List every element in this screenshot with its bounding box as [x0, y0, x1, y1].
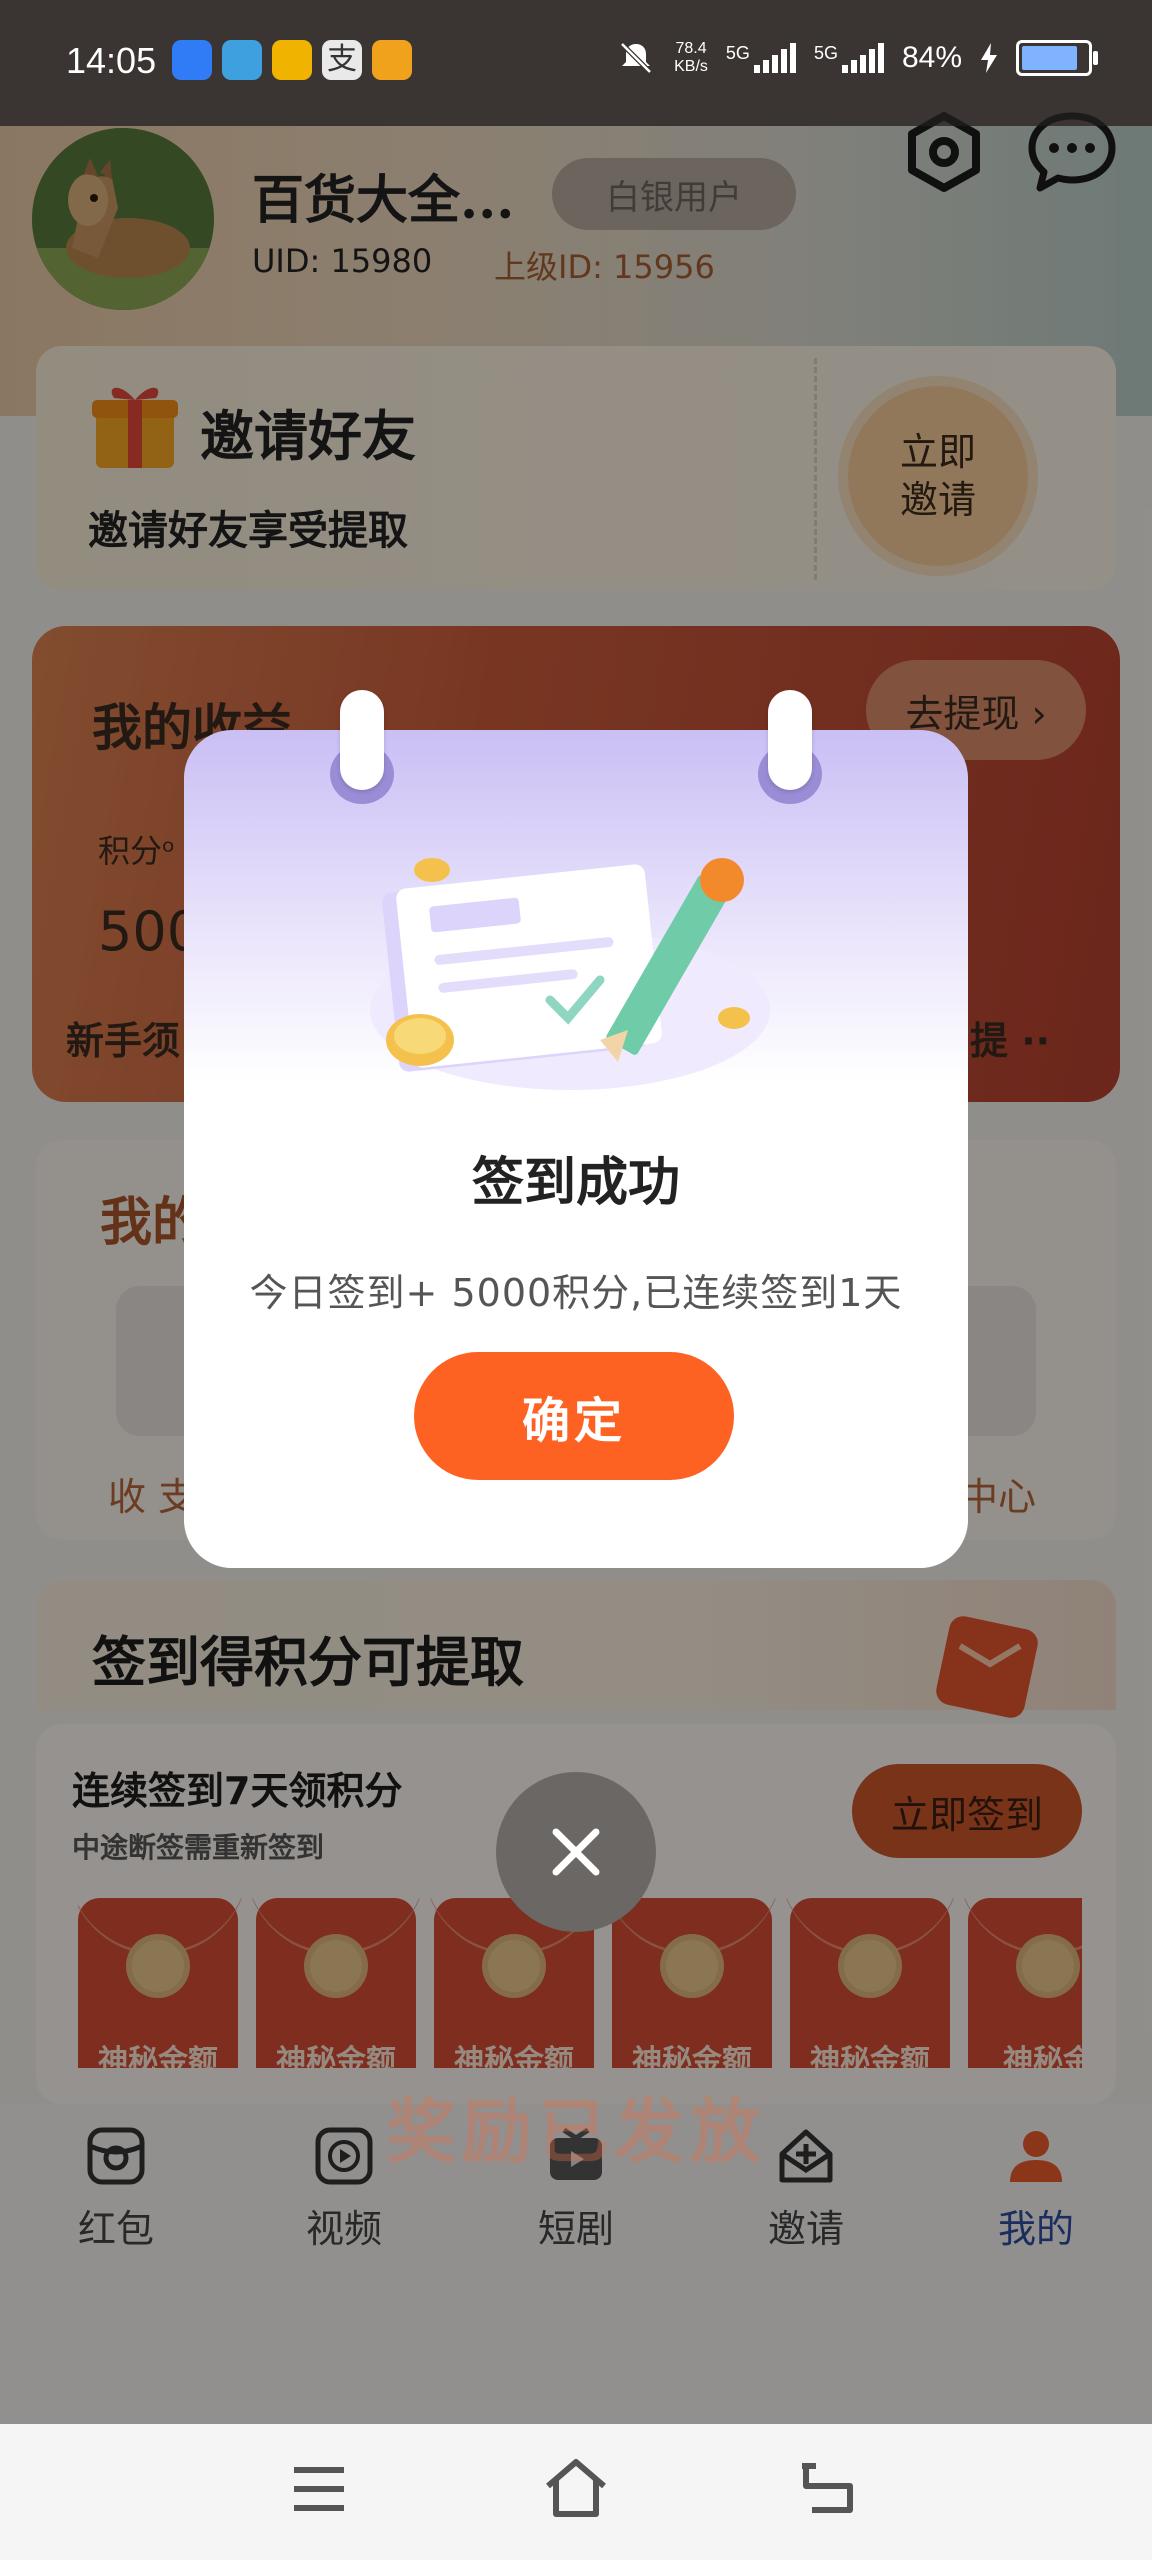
signal-sim2: 5G [814, 43, 884, 73]
battery-percent: 84% [901, 41, 962, 74]
back-icon[interactable] [800, 2460, 856, 2516]
mute-bell-icon [620, 42, 652, 74]
calendar-ring-right [758, 690, 822, 804]
close-icon [552, 1828, 600, 1876]
signal-bars-icon [841, 43, 884, 73]
signal-sim1: 5G [726, 43, 796, 73]
sim1-label: 5G [725, 43, 750, 63]
status-right-group: 78.4 KB/s 5G 5G 84% [616, 38, 1098, 78]
confirm-button[interactable]: 确定 [414, 1352, 734, 1480]
dialog-title: 签到成功 [471, 1153, 680, 1213]
notification-app2-icon [272, 40, 312, 80]
system-navigation-bar [0, 2424, 1152, 2560]
sim2-label: 5G [813, 43, 838, 63]
reward-released-text: 奖励已发放 [386, 2091, 766, 2173]
net-speed: 78.4 KB/s [674, 40, 708, 76]
menu-icon[interactable] [292, 2464, 346, 2514]
dialog-message: 今日签到+ 5000积分,已连续签到1天 [249, 1271, 903, 1315]
net-speed-value: 78.4 [675, 40, 707, 57]
signal-bars-icon [753, 43, 796, 73]
calendar-ring-left [330, 690, 394, 804]
net-speed-unit: KB/s [674, 58, 708, 75]
close-dialog-button[interactable] [496, 1772, 656, 1932]
notification-wallet-icon [222, 40, 262, 80]
status-time: 14:05 [66, 40, 157, 81]
charging-bolt-icon [981, 43, 997, 73]
home-icon[interactable] [544, 2458, 608, 2518]
notification-app-icon [172, 40, 212, 80]
notification-app3-icon [372, 40, 412, 80]
alipay-icon: 支 [322, 40, 362, 80]
battery-icon [1016, 40, 1098, 76]
document-pencil-illustration [370, 858, 770, 1090]
